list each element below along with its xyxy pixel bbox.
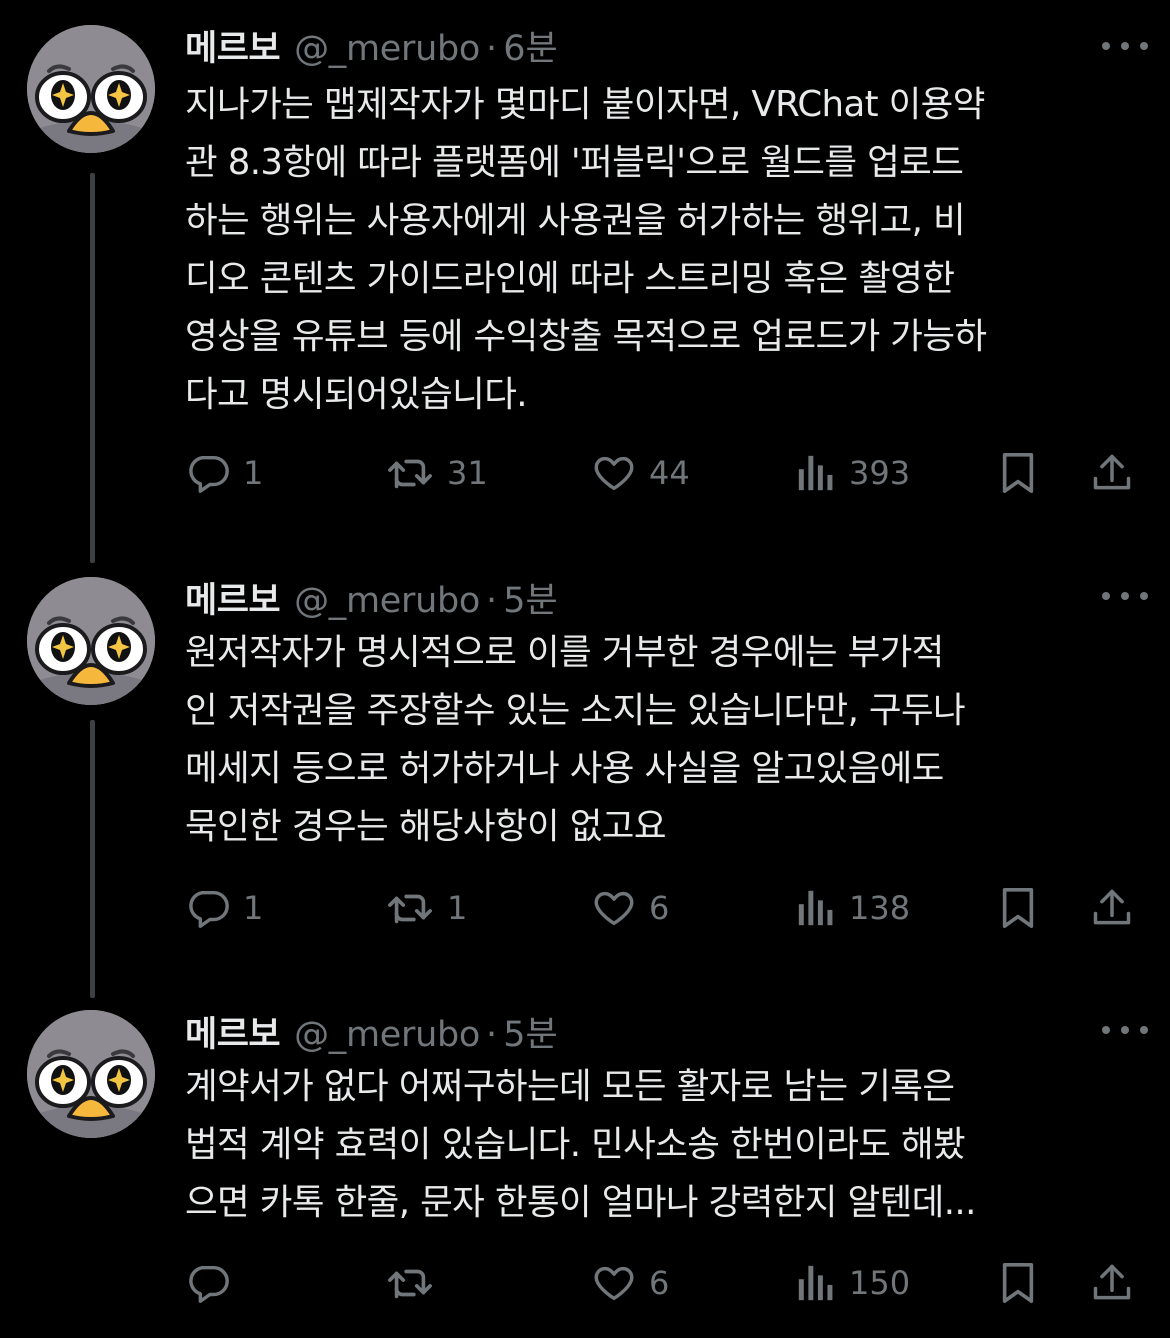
views-button[interactable]: 393 [795,448,910,498]
tweet-text-line: 으면 카톡 한줄, 문자 한통이 얼마나 강력한지 알텐데... [185,1182,976,1223]
tweet-header: 메르보 @_merubo · 5분 [185,572,558,623]
tweet-text-line: 지나가는 맵제작자가 몇마디 붙이자면, VRChat 이용약 [185,84,985,125]
heart-icon [591,885,637,931]
bookmark-icon [997,1260,1039,1306]
share-button[interactable] [1090,448,1134,498]
display-name[interactable]: 메르보 [185,20,281,71]
reply-icon [185,450,231,496]
like-count: 6 [649,1264,670,1302]
separator: · [486,29,498,69]
retweet-icon [385,450,435,496]
display-name[interactable]: 메르보 [185,572,281,623]
views-count: 138 [849,889,911,927]
reply-count: 1 [243,454,264,492]
like-button[interactable]: 6 [591,1258,669,1308]
views-count: 150 [849,1264,911,1302]
like-button[interactable]: 6 [591,883,669,933]
share-icon [1090,450,1134,496]
tweet-text: 원저작자가 명시적으로 이를 거부한 경우에는 부가적 인 저작권을 주장할수 … [185,624,1150,856]
action-bar: 1 31 44 393 [185,448,1140,498]
tweet-text-line: 메세지 등으로 허가하거나 사용 사실을 알고있음에도 [185,748,944,789]
tweet-header: 메르보 @_merubo · 6분 [185,20,558,71]
tweet-text-line: 계약서가 없다 어쩌구하는데 모든 활자로 남는 기록은 [185,1066,955,1107]
tweet-text-line: 다고 명시되어있습니다. [185,374,528,415]
bookmark-icon [997,885,1039,931]
user-handle[interactable]: @_merubo [294,581,480,621]
tweet-text: 지나가는 맵제작자가 몇마디 붙이자면, VRChat 이용약 관 8.3항에 … [185,76,1150,424]
tweet-header: 메르보 @_merubo · 5분 [185,1006,558,1057]
reply-count: 1 [243,889,264,927]
action-bar: 6 150 [185,1258,1140,1308]
views-count: 393 [849,454,911,492]
tweet-text-line: 영상을 유튜브 등에 수익창출 목적으로 업로드가 가능하 [185,316,987,357]
pigeon-avatar-icon [27,25,155,153]
retweet-button[interactable] [385,1258,447,1308]
retweet-icon [385,885,435,931]
avatar[interactable] [27,1010,155,1138]
thread-connector [90,173,95,563]
views-button[interactable]: 150 [795,1258,910,1308]
separator: · [486,1015,498,1055]
bookmark-button[interactable] [997,448,1039,498]
retweet-count: 1 [447,889,468,927]
heart-icon [591,450,637,496]
pigeon-avatar-icon [27,577,155,705]
reply-icon [185,885,231,931]
timestamp[interactable]: 6분 [503,20,557,71]
like-button[interactable]: 44 [591,448,690,498]
views-icon [795,450,837,496]
retweet-button[interactable]: 1 [385,883,467,933]
more-icon[interactable] [1102,36,1148,56]
action-bar: 1 1 6 138 [185,883,1140,933]
views-button[interactable]: 138 [795,883,910,933]
user-handle[interactable]: @_merubo [294,1015,480,1055]
avatar[interactable] [27,577,155,705]
views-icon [795,1260,837,1306]
thread-connector [90,720,95,998]
reply-icon [185,1260,231,1306]
tweet-text-line: 묵인한 경우는 해당사항이 없고요 [185,806,667,847]
tweet-text-line: 원저작자가 명시적으로 이를 거부한 경우에는 부가적 [185,632,944,673]
like-count: 6 [649,889,670,927]
more-icon[interactable] [1102,1020,1148,1040]
views-icon [795,885,837,931]
bookmark-icon [997,450,1039,496]
tweet-text-line: 법적 계약 효력이 있습니다. 민사소송 한번이라도 해봤 [185,1124,966,1165]
tweet-text-line: 관 8.3항에 따라 플랫폼에 '퍼블릭'으로 월드를 업로드 [185,142,964,183]
share-icon [1090,885,1134,931]
tweet-text-line: 하는 행위는 사용자에게 사용권을 허가하는 행위고, 비 [185,200,966,241]
bookmark-button[interactable] [997,1258,1039,1308]
tweet-text-line: 디오 콘텐츠 가이드라인에 따라 스트리밍 혹은 촬영한 [185,258,955,299]
user-handle[interactable]: @_merubo [294,29,480,69]
reply-button[interactable] [185,1258,243,1308]
bookmark-button[interactable] [997,883,1039,933]
timestamp[interactable]: 5분 [503,572,557,623]
like-count: 44 [649,454,690,492]
separator: · [486,581,498,621]
reply-button[interactable]: 1 [185,883,263,933]
retweet-icon [385,1260,435,1306]
display-name[interactable]: 메르보 [185,1006,281,1057]
pigeon-avatar-icon [27,1010,155,1138]
tweet-text: 계약서가 없다 어쩌구하는데 모든 활자로 남는 기록은 법적 계약 효력이 있… [185,1058,1150,1232]
share-button[interactable] [1090,1258,1134,1308]
tweet-text-line: 인 저작권을 주장할수 있는 소지는 있습니다만, 구두나 [185,690,966,731]
heart-icon [591,1260,637,1306]
share-button[interactable] [1090,883,1134,933]
share-icon [1090,1260,1134,1306]
reply-button[interactable]: 1 [185,448,263,498]
retweet-count: 31 [447,454,488,492]
timestamp[interactable]: 5분 [503,1006,557,1057]
more-icon[interactable] [1102,586,1148,606]
avatar[interactable] [27,25,155,153]
retweet-button[interactable]: 31 [385,448,488,498]
